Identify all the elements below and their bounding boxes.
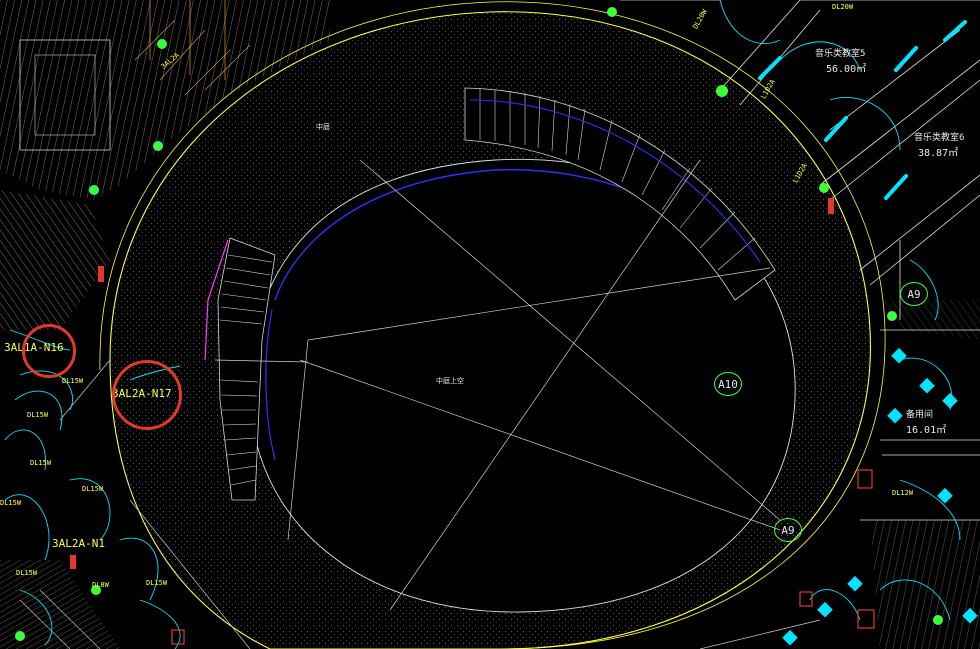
fixture-tag-5: DL15W [82, 485, 104, 493]
room-label-music-5: 音乐类教室5 [815, 49, 866, 59]
cad-drawing-canvas[interactable] [0, 0, 980, 649]
room-area-spare: 16.01㎡ [906, 425, 947, 436]
fixture-tag-2: DL15W [62, 377, 84, 385]
bottom-right-hatched-area [870, 300, 980, 649]
room-label-music-6: 音乐类教室6 [914, 133, 965, 143]
fixture-tag-4: DL15W [30, 459, 52, 467]
room-label-atrium-void: 中庭上空 [436, 377, 464, 385]
axis-tag-a10: A10 [714, 372, 742, 396]
fixture-tag-12: DL20W [832, 3, 854, 11]
fixture-tag-13: DL15W [16, 569, 38, 577]
axis-tag-a9-bottom: A9 [774, 518, 802, 542]
review-circle-n17[interactable] [112, 360, 182, 430]
room-area-music-5: 56.00㎡ [826, 64, 867, 75]
axis-tag-a9-right: A9 [900, 282, 928, 306]
fixture-tag-8: DL15W [0, 499, 22, 507]
circuit-label-n1: 3AL2A-N1 [52, 537, 105, 550]
fixture-tag-6: DL15W [146, 579, 168, 587]
fixture-tag-7: DL12W [892, 489, 914, 497]
room-label-atrium: 中庭 [316, 123, 330, 131]
fixture-tag-11: DL8W [92, 581, 109, 589]
fixture-tag-3: DL15W [27, 411, 49, 419]
review-circle-n16[interactable] [22, 324, 76, 378]
room-label-spare: 备用间 [906, 410, 934, 420]
room-area-music-6: 38.87㎡ [918, 148, 959, 159]
